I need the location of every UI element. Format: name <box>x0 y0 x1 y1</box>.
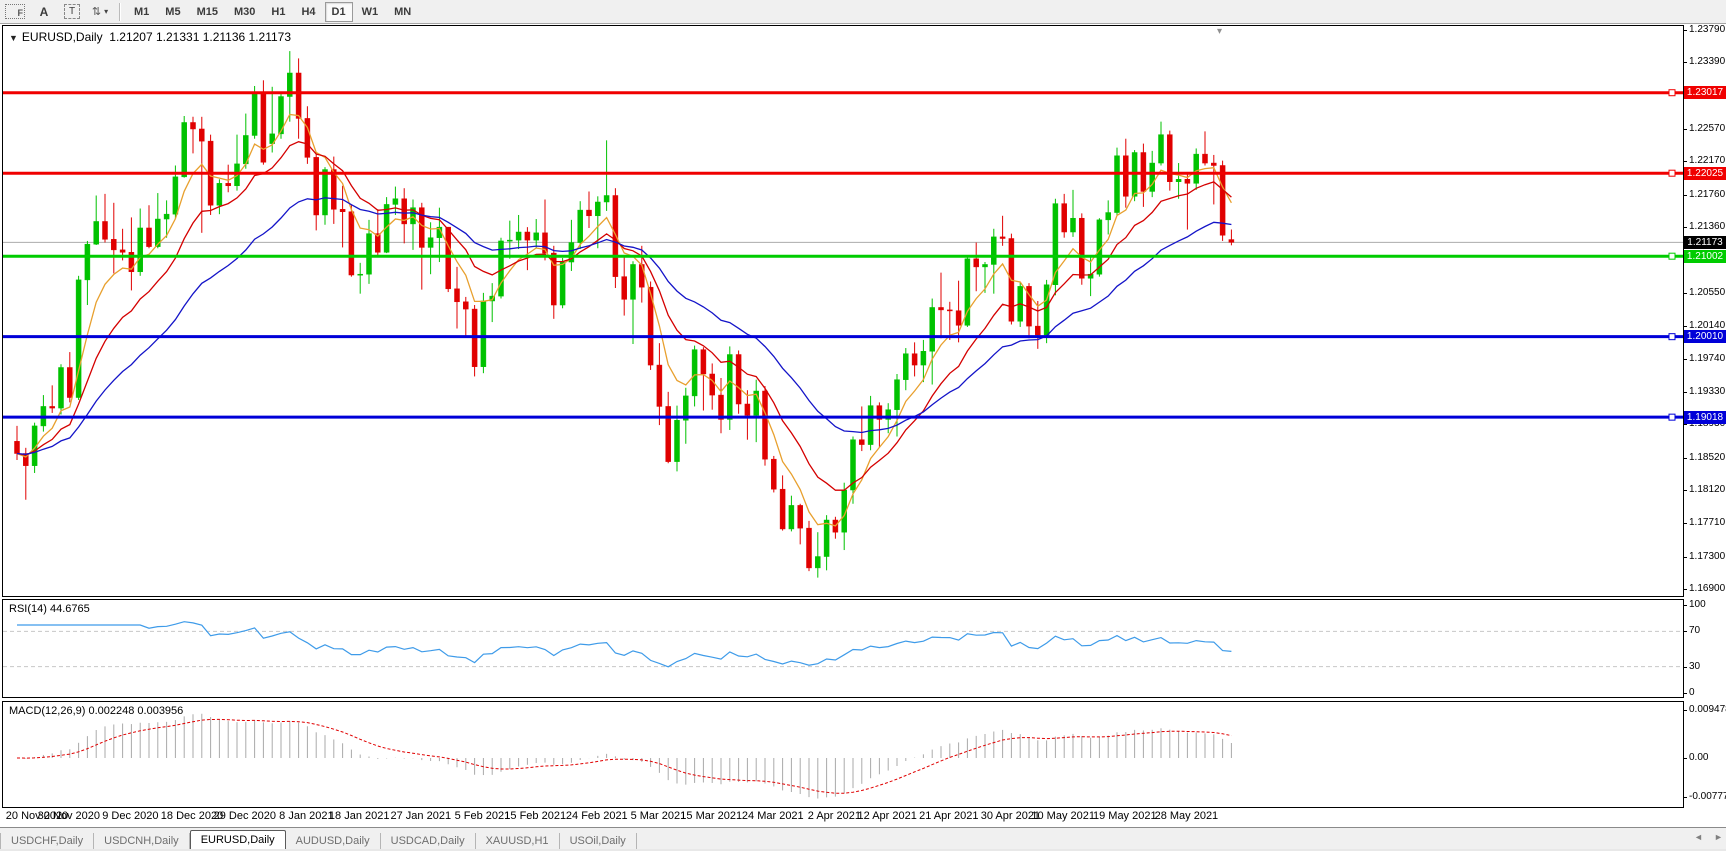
macd-axis-tick <box>1683 710 1687 711</box>
current-price-label: 1.21173 <box>1684 236 1726 249</box>
price-chart-pane[interactable]: ▼ EURUSD,Daily 1.21207 1.21331 1.21136 1.… <box>2 25 1684 597</box>
price-axis-tick <box>1683 30 1687 31</box>
macd-pane[interactable]: MACD(12,26,9) 0.002248 0.003956 <box>2 701 1684 808</box>
price-axis-label: 1.20550 <box>1689 287 1726 299</box>
macd-axis-tick <box>1683 797 1687 798</box>
hline-price-label[interactable]: 1.21002 <box>1684 250 1726 263</box>
tab-xauusd[interactable]: XAUUSD,H1 <box>476 833 560 850</box>
timeframe-button-mn[interactable]: MN <box>387 2 418 22</box>
price-axis-label: 1.22570 <box>1689 123 1726 135</box>
time-axis[interactable]: 20 Nov 202030 Nov 20209 Dec 202018 Dec 2… <box>0 808 1682 826</box>
price-axis-tick <box>1683 195 1687 196</box>
timeframe-button-m30[interactable]: M30 <box>227 2 262 22</box>
macd-axis-label: 0.009478 <box>1689 704 1726 716</box>
price-axis-label: 1.17710 <box>1689 517 1726 529</box>
price-axis-label: 1.23390 <box>1689 56 1726 68</box>
tab-eurusd[interactable]: EURUSD,Daily <box>190 830 286 850</box>
price-axis-tick <box>1683 490 1687 491</box>
text-label-icon[interactable]: A <box>31 3 57 21</box>
timeframe-button-m15[interactable]: M15 <box>190 2 225 22</box>
fibonacci-icon[interactable]: F <box>1 3 29 21</box>
rsi-axis-label: 70 <box>1689 625 1726 637</box>
price-axis-label: 1.16900 <box>1689 583 1726 595</box>
toolbar: F A T ⇅ ▾ M1M5M15M30H1H4D1W1MN <box>0 0 1726 24</box>
macd-canvas <box>3 702 1683 807</box>
tab-usdcnh[interactable]: USDCNH,Daily <box>94 833 190 850</box>
timeframe-button-m1[interactable]: M1 <box>127 2 156 22</box>
price-axis-tick <box>1683 359 1687 360</box>
rsi-axis-label: 100 <box>1689 599 1726 611</box>
price-axis-label: 1.21360 <box>1689 221 1726 233</box>
price-axis-label: 1.19330 <box>1689 386 1726 398</box>
price-axis-label: 1.23790 <box>1689 24 1726 36</box>
mt4-window: F A T ⇅ ▾ M1M5M15M30H1H4D1W1MN ▼ EURUSD,D… <box>0 0 1726 851</box>
price-axis-tick <box>1683 424 1687 425</box>
rsi-axis-tick <box>1683 693 1687 694</box>
price-axis-label: 1.22170 <box>1689 155 1726 167</box>
chevron-down-icon: ▾ <box>104 7 108 16</box>
rsi-label: RSI(14) 44.6765 <box>9 603 90 615</box>
text-tool-glyph: T <box>64 4 80 19</box>
timeframe-button-m5[interactable]: M5 <box>158 2 187 22</box>
time-axis-label: 28 May 2021 <box>1149 810 1223 822</box>
price-axis-tick <box>1683 129 1687 130</box>
rsi-axis-tick <box>1683 631 1687 632</box>
hline-price-label[interactable]: 1.19018 <box>1684 411 1726 424</box>
timeframe-button-d1[interactable]: D1 <box>325 2 353 22</box>
price-axis-label: 1.19740 <box>1689 353 1726 365</box>
chart-shift-marker-icon[interactable]: ▾ <box>1217 26 1222 37</box>
collapse-icon[interactable]: ▼ <box>9 33 18 43</box>
price-axis-tick <box>1683 62 1687 63</box>
chart-ohlc-values: 1.21207 1.21331 1.21136 1.21173 <box>109 30 291 44</box>
rsi-canvas <box>3 600 1683 697</box>
candlestick-canvas[interactable] <box>3 26 1683 596</box>
price-axis-label: 1.17300 <box>1689 551 1726 563</box>
rsi-axis-label: 30 <box>1689 661 1726 673</box>
price-axis-tick <box>1683 589 1687 590</box>
rsi-axis-label: 0 <box>1689 687 1726 699</box>
price-axis-tick <box>1683 161 1687 162</box>
chart-tab-bar: USDCHF,DailyUSDCNH,DailyEURUSD,DailyAUDU… <box>0 827 1726 850</box>
tab-audusd[interactable]: AUDUSD,Daily <box>286 833 381 850</box>
toolbar-separator <box>119 3 121 21</box>
macd-axis-tick <box>1683 758 1687 759</box>
macd-label: MACD(12,26,9) 0.002248 0.003956 <box>9 705 183 717</box>
fibonacci-glyph: F <box>5 4 25 19</box>
arrows-glyph: ⇅ <box>92 5 102 18</box>
arrows-tool-icon[interactable]: ⇅ ▾ <box>87 3 113 21</box>
chart-title: ▼ EURUSD,Daily 1.21207 1.21331 1.21136 1.… <box>9 30 291 44</box>
price-axis-tick <box>1683 227 1687 228</box>
timeframe-button-w1[interactable]: W1 <box>355 2 386 22</box>
macd-axis-label: 0.00 <box>1689 752 1726 764</box>
hline-price-label[interactable]: 1.20010 <box>1684 330 1726 343</box>
timeframe-button-h4[interactable]: H4 <box>294 2 322 22</box>
price-axis-tick <box>1683 326 1687 327</box>
price-axis-label: 1.18520 <box>1689 452 1726 464</box>
chart-symbol-period: EURUSD,Daily <box>22 30 103 44</box>
rsi-axis-tick <box>1683 605 1687 606</box>
price-axis-tick <box>1683 293 1687 294</box>
rsi-pane[interactable]: RSI(14) 44.6765 <box>2 599 1684 698</box>
tab-scroll-right-icon[interactable]: ► <box>1714 832 1723 842</box>
hline-price-label[interactable]: 1.23017 <box>1684 86 1726 99</box>
price-axis-label: 1.21760 <box>1689 189 1726 201</box>
tab-usoil[interactable]: USOil,Daily <box>560 833 637 850</box>
price-axis-label: 1.18120 <box>1689 484 1726 496</box>
price-axis-tick <box>1683 458 1687 459</box>
timeframe-buttons: M1M5M15M30H1H4D1W1MN <box>126 2 419 22</box>
tab-usdchf[interactable]: USDCHF,Daily <box>0 833 94 850</box>
tab-usdcad[interactable]: USDCAD,Daily <box>381 833 476 850</box>
macd-axis-label: -0.007778 <box>1689 791 1726 803</box>
price-axis-tick <box>1683 557 1687 558</box>
price-axis-tick <box>1683 392 1687 393</box>
price-axis-tick <box>1683 523 1687 524</box>
hline-price-label[interactable]: 1.22025 <box>1684 167 1726 180</box>
tab-scroll-left-icon[interactable]: ◄ <box>1694 832 1703 842</box>
rsi-axis-tick <box>1683 667 1687 668</box>
text-tool-icon[interactable]: T <box>59 3 85 21</box>
text-label-glyph: A <box>40 5 49 19</box>
timeframe-button-h1[interactable]: H1 <box>264 2 292 22</box>
